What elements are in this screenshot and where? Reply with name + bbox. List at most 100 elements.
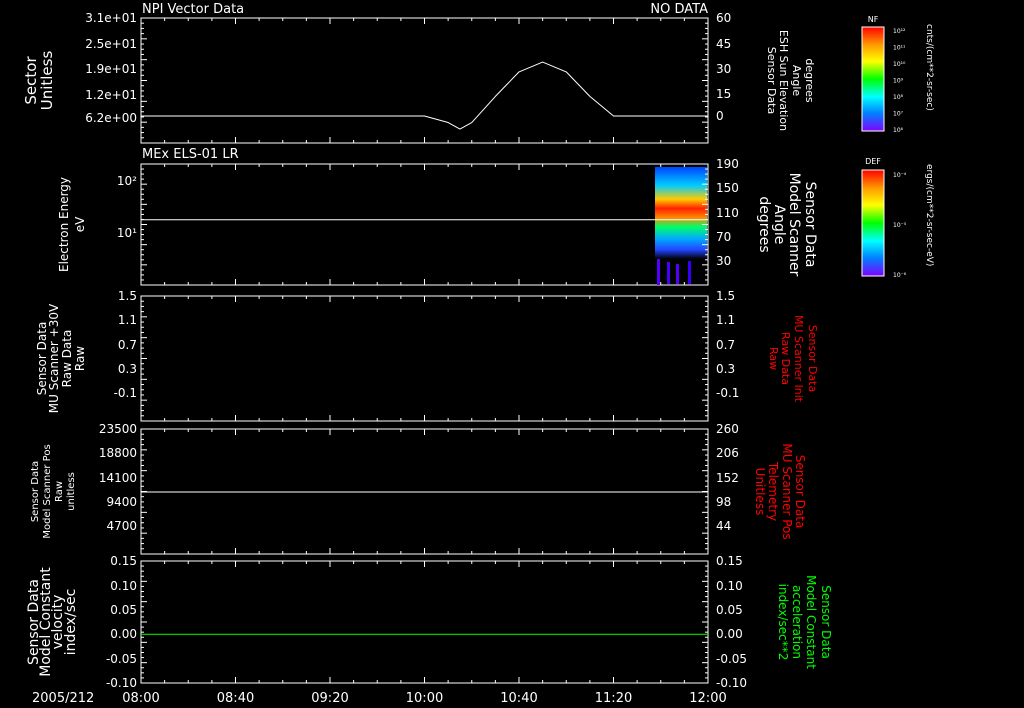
date-label: 2005/212 (32, 691, 94, 706)
y-axis-label-left: Raw Data (60, 330, 74, 388)
colorbar-tick-label: 10⁷ (893, 111, 904, 118)
x-tick-label: 09:20 (311, 691, 348, 706)
y-tick-label-right: 60 (716, 11, 731, 25)
y-axis-label-right: Model Scanner (786, 173, 802, 277)
sun-elevation-line (141, 61, 708, 130)
spectrogram (655, 167, 707, 285)
panel-1-frame (140, 17, 709, 144)
y-tick-label-right: 260 (716, 422, 739, 436)
y-tick-label-right: -0.05 (716, 652, 747, 666)
x-tick-label: 12:00 (689, 691, 726, 706)
y-axis-label-right: Sensor Data (765, 47, 778, 114)
y-tick-label-left: 9400 (106, 495, 137, 509)
colorbar-nf: NF (861, 15, 885, 132)
y-axis-label-left: unitless (66, 472, 77, 511)
y-axis-label-right: Telemetry (766, 461, 780, 521)
plot-canvas: NPI Vector Data NO DATA MEx ELS-01 LR 20… (22, 2, 934, 706)
y-axis-label-left: index/sec (63, 589, 79, 656)
colorbar-tick-label: 10⁶ (893, 127, 904, 134)
colorbar-def: DEF (861, 157, 885, 277)
y-tick-label-left: 2.5e+01 (85, 37, 137, 51)
time-axis: 08:00 08:40 09:20 10:00 10:40 11:20 12:00 (122, 691, 726, 706)
y-tick-label-right: 206 (716, 446, 739, 460)
y-tick-label-right: 190 (716, 157, 739, 171)
y-tick-label-left: 0.15 (110, 554, 137, 568)
y-tick-label-right: 0.3 (716, 362, 735, 376)
y-axis-label-right: acceleration (790, 585, 804, 659)
y-tick-label-left: 1.9e+01 (85, 62, 137, 76)
y-tick-label-left: 14100 (99, 471, 137, 485)
y-tick-label-right: 150 (716, 181, 739, 195)
colorbar-tick-label: 10⁻⁶ (893, 272, 907, 279)
y-tick-label-right: 30 (716, 62, 731, 76)
y-tick-label-right: 0 (716, 109, 724, 123)
y-axis-label-left: Electron Energy (57, 177, 71, 272)
colorbar-tick-label: 10¹² (893, 28, 906, 35)
y-tick-label-left: 4700 (106, 519, 137, 533)
y-axis-label-right: Angle (790, 65, 803, 97)
spectrogram-block (655, 167, 707, 259)
no-data-status: NO DATA (650, 2, 708, 17)
y-axis-label-left: Model Scanner Pos (42, 444, 53, 538)
y-tick-label-right: 0.00 (716, 627, 743, 641)
colorbar-tick-label: 10⁸ (893, 94, 904, 101)
y-axis-label-right: Sensor Data (802, 182, 818, 268)
y-axis-label-left: Sensor Data (30, 461, 41, 522)
y-axis-label-right: Sensor Data (793, 455, 807, 529)
colorbar-nf-unit: cnts/(cm**2-sr-sec) (924, 24, 934, 111)
y-axis-label-right: Sensor Data (806, 325, 819, 392)
y-tick-label-left: -0.10 (106, 676, 137, 690)
colorbar-def-unit: ergs/(cm**2-sr-sec-eV) (924, 164, 934, 266)
y-tick-label-right: 70 (716, 230, 731, 244)
y-tick-label-left: 0.10 (110, 579, 137, 593)
spectrogram-low-energy (667, 262, 670, 284)
y-tick-label-left: 23500 (99, 422, 137, 436)
colorbar-tick-label: 10⁻⁵ (893, 222, 907, 229)
y-axis-label-right: ESH Sun Elevation (777, 30, 790, 131)
colorbar-def-label: DEF (865, 157, 881, 166)
x-tick-label: 11:20 (595, 691, 632, 706)
y-axis-label-right: MU Scanner Pos (780, 443, 794, 539)
y-axis-label-right: Unitless (753, 468, 767, 516)
y-tick-label-right: 0.10 (716, 579, 743, 593)
y-tick-label-right: 0.15 (716, 554, 743, 568)
y-tick-label-right: 0.05 (716, 603, 743, 617)
y-axis-label-left: Unitless (38, 51, 56, 111)
y-axis-label-left: eV (73, 216, 87, 232)
y-tick-label-right: 45 (716, 37, 731, 51)
colorbar-tick-label: 10¹⁰ (893, 61, 906, 68)
y-axis-label-right: MU Scanner Init (792, 315, 805, 403)
y-tick-label-left: 18800 (99, 446, 137, 460)
y-axis-label-right: Sensor Data (819, 585, 833, 659)
x-tick-label: 08:40 (217, 691, 254, 706)
y-tick-label-left: 0.3 (118, 362, 137, 376)
y-tick-label-right: 1.1 (716, 313, 735, 327)
y-tick-label-right: 98 (716, 495, 731, 509)
panel-2-frame (140, 163, 709, 286)
panel-3-frame (140, 295, 709, 422)
panel-title-npi: NPI Vector Data (142, 2, 244, 17)
y-tick-label-left: 1.1 (118, 313, 137, 327)
y-tick-label-right: 152 (716, 471, 739, 485)
x-tick-label: 10:40 (500, 691, 537, 706)
y-tick-label-right: -0.10 (716, 676, 747, 690)
y-axis-label-right: degrees (803, 58, 816, 103)
y-tick-label-left: 3.1e+01 (85, 11, 137, 25)
y-tick-label-right: -0.1 (716, 386, 739, 400)
y-tick-label-left: 1.2e+01 (85, 88, 137, 102)
y-tick-label-left: 1.5 (118, 289, 137, 303)
y-tick-label-left: 6.2e+00 (85, 111, 137, 125)
y-tick-label-right: 15 (716, 87, 731, 101)
y-axis-label-left: Raw (54, 481, 65, 502)
colorbar-nf-label: NF (868, 15, 879, 24)
spectrogram-low-energy (657, 259, 660, 285)
spectrogram-low-energy (676, 264, 679, 284)
y-tick-label-left: 10² (117, 174, 137, 188)
spectrogram-low-energy (688, 261, 691, 284)
x-tick-label: 10:00 (406, 691, 443, 706)
y-tick-label-left: -0.1 (114, 386, 137, 400)
y-axis-label-left: MU Scanner +30V (47, 303, 61, 413)
colorbar-tick-label: 10⁹ (893, 78, 904, 85)
y-tick-label-right: 30 (716, 254, 731, 268)
y-tick-label-right: 0.7 (716, 338, 735, 352)
